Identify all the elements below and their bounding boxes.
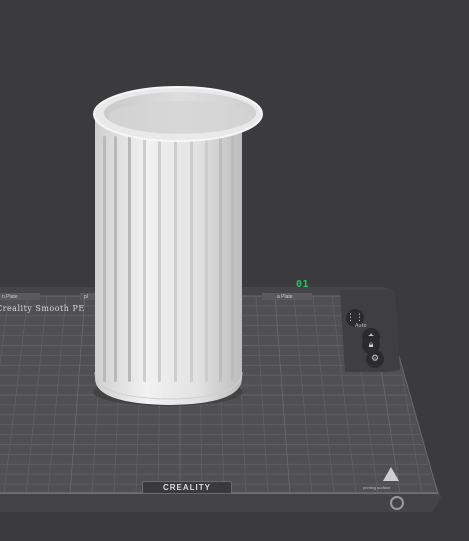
3d-viewport[interactable]: 01 Creality Smooth PE n Plate pl a Plate… (0, 0, 469, 541)
scene-canvas[interactable] (0, 0, 469, 541)
arrange-icon: ⋮⋮ (346, 313, 364, 323)
cup-rib (143, 136, 146, 382)
brand-logo: CREALITY (142, 481, 232, 494)
cup-rib (231, 136, 234, 382)
lock-icon: 🔒︎ (368, 340, 374, 350)
cup-rib (205, 136, 208, 382)
cup-rib (219, 136, 222, 382)
fingerprint-icon (390, 496, 404, 510)
auto-orient-label: Auto (355, 323, 367, 329)
tab-plate-mid[interactable]: pl (84, 294, 88, 300)
cup-rib (190, 136, 193, 382)
cup-rib (114, 136, 117, 382)
cup-rib (158, 136, 161, 382)
plate-number-badge[interactable]: 01 (296, 279, 309, 290)
cup-rib (128, 136, 131, 382)
tab-plate-left[interactable]: n Plate (2, 294, 18, 300)
gear-icon: ⚙ (370, 354, 380, 364)
cup-rib (174, 136, 177, 382)
cup-rib (103, 136, 106, 382)
tab-plate-right[interactable]: a Plate (277, 294, 293, 300)
creality-triangle-icon (383, 467, 399, 481)
settings-button[interactable]: ⚙ (366, 350, 384, 368)
corner-label: printing surface (363, 485, 391, 490)
cup-model[interactable] (93, 86, 263, 405)
bed-label: Creality Smooth PE (0, 304, 85, 313)
